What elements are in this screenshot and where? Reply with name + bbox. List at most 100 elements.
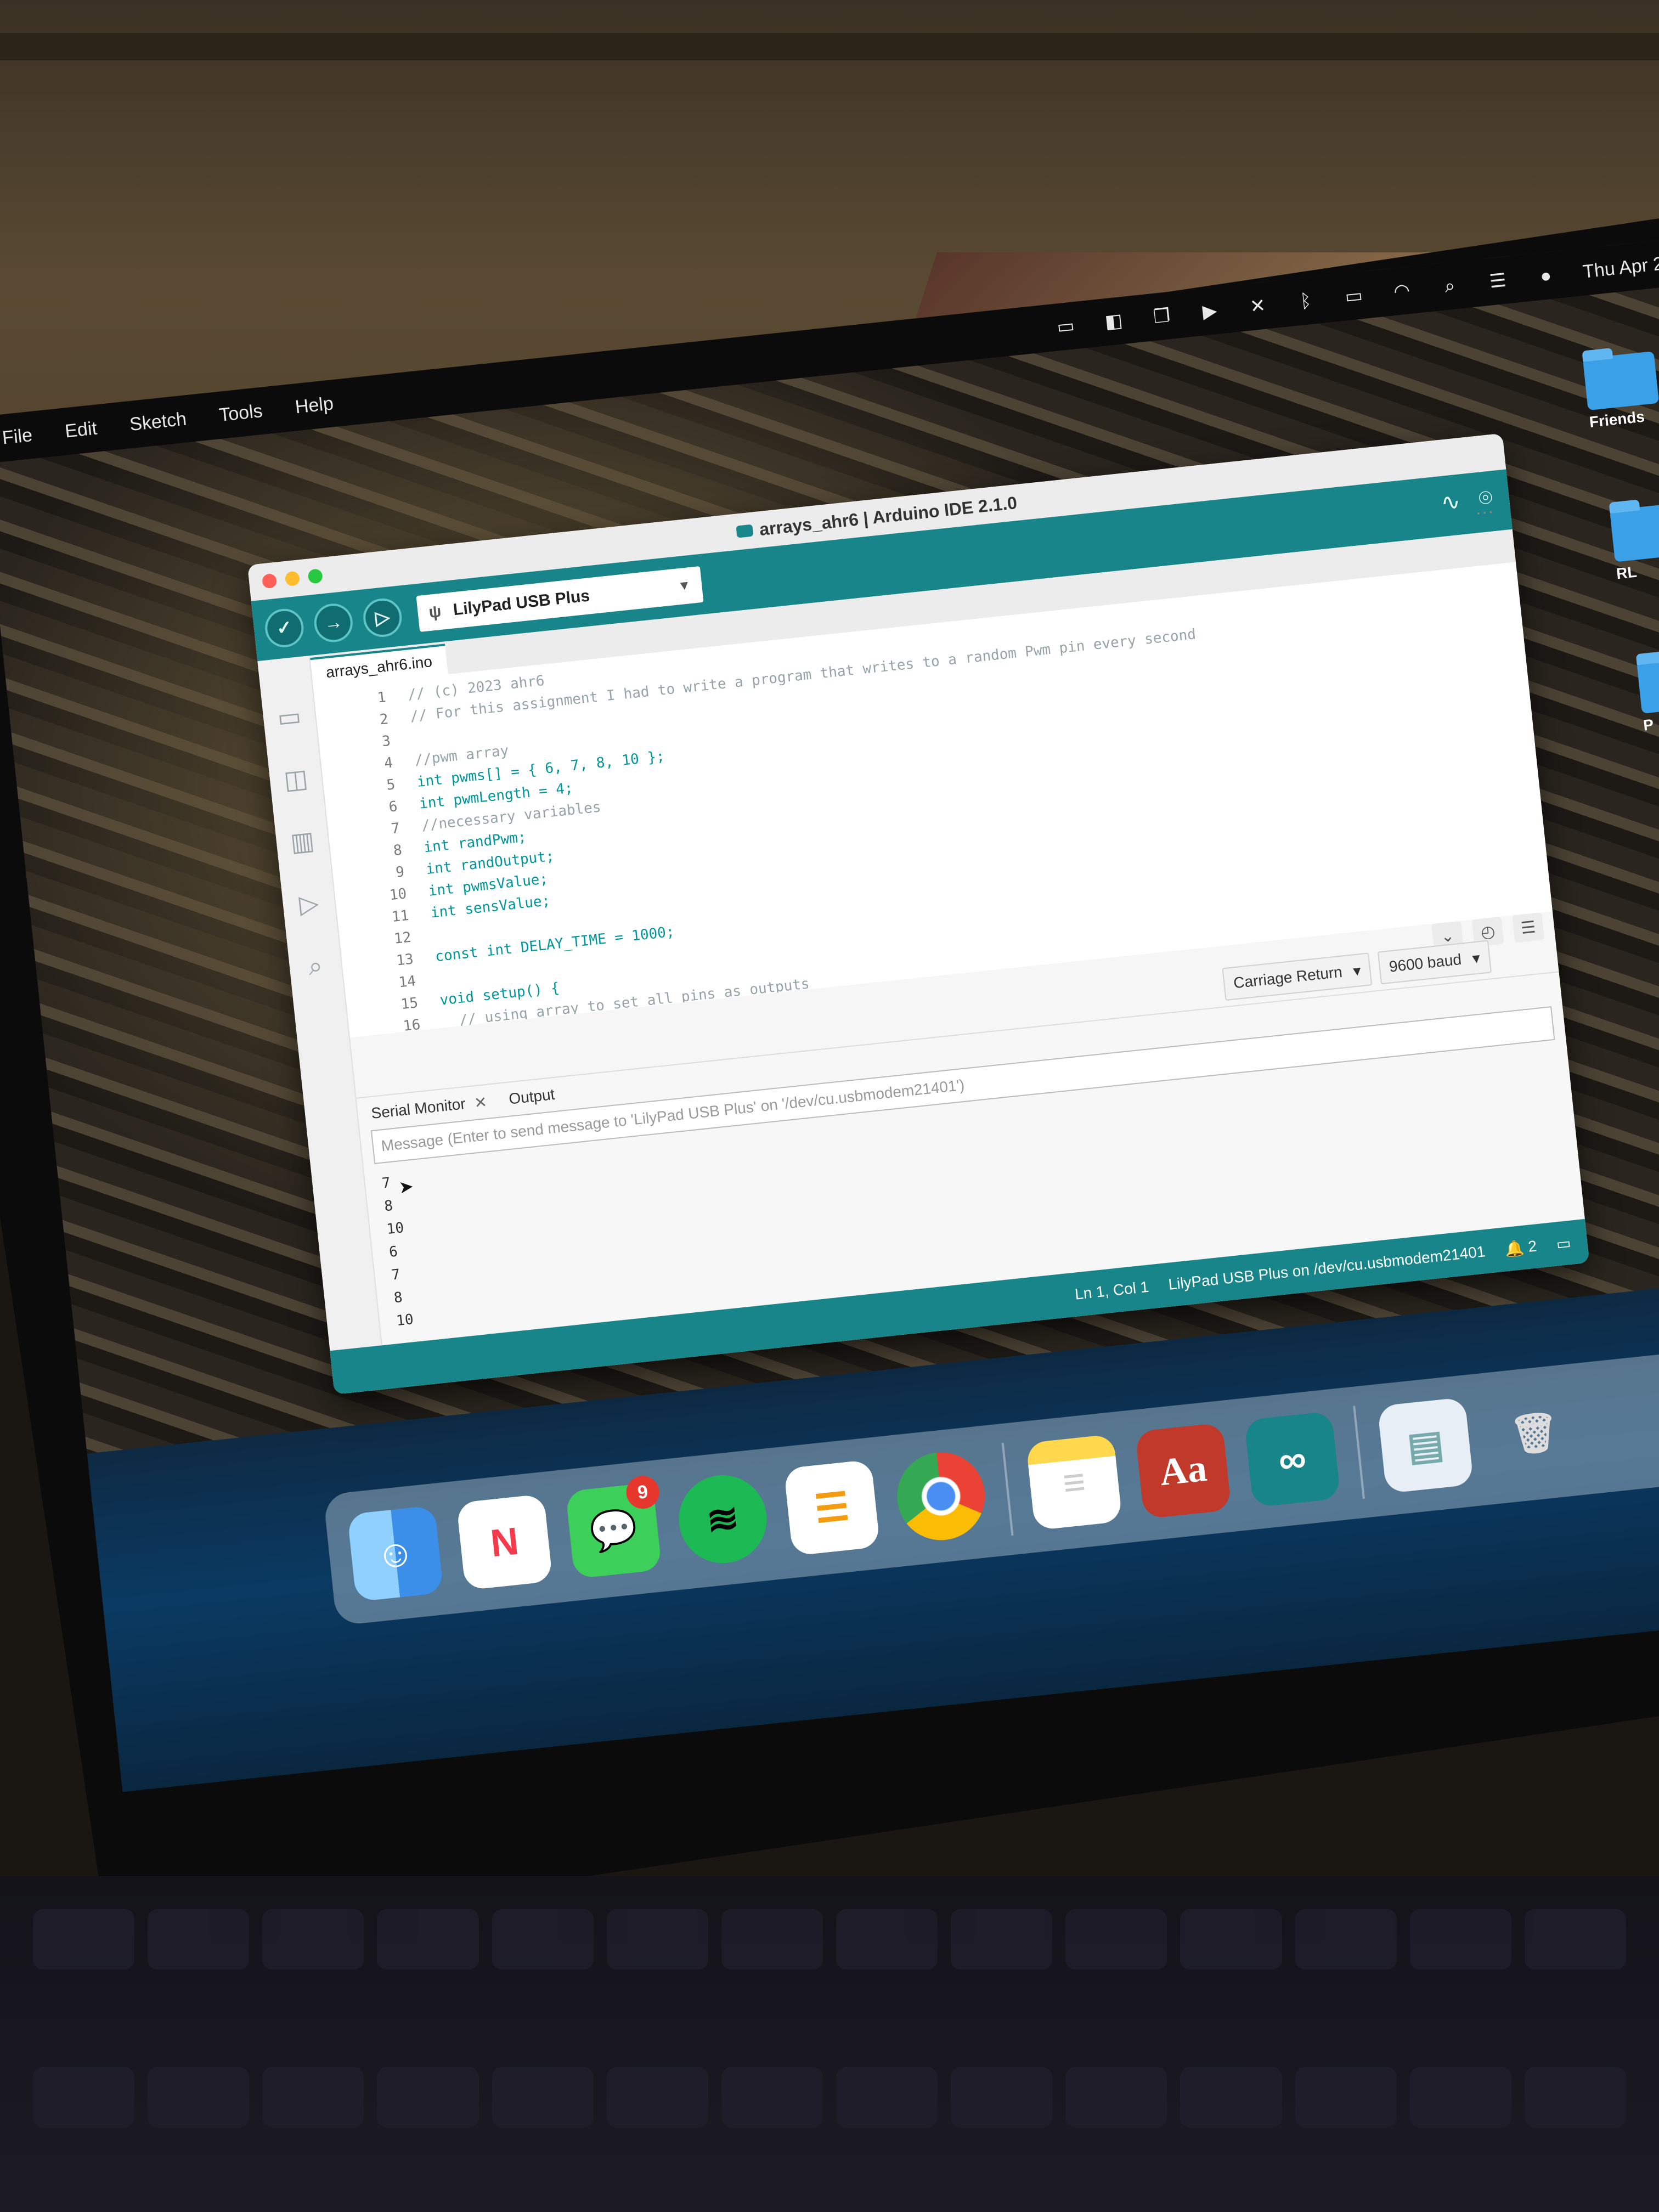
keyboard-key — [1409, 2067, 1511, 2128]
keyboard-key — [1524, 2067, 1626, 2128]
menu-file[interactable]: File — [1, 424, 33, 449]
chevron-down-icon: ▾ — [1352, 961, 1362, 979]
keyboard — [0, 1909, 1659, 2212]
baud-rate-value: 9600 baud — [1388, 950, 1463, 975]
tab-serial-monitor[interactable]: Serial Monitor ✕ — [370, 1092, 488, 1122]
menu-tools[interactable]: Tools — [218, 400, 263, 426]
notes-icon[interactable]: ≡ — [1025, 1434, 1122, 1531]
wifi-icon[interactable]: ◠ — [1390, 279, 1414, 303]
arduino-ide-window: arrays_ahr6 | Arduino IDE 2.1.0 ✓ → ▷ ψ … — [247, 433, 1590, 1395]
keyboard-key — [606, 1909, 708, 1970]
more-icon[interactable]: ··· — [1474, 500, 1495, 523]
keyboard-key — [1180, 1909, 1282, 1970]
minimize-window-button[interactable] — [284, 571, 301, 587]
keyboard-key — [606, 2067, 708, 2128]
serial-monitor-tab-label: Serial Monitor — [370, 1095, 467, 1122]
messages-badge: 9 — [624, 1474, 661, 1511]
close-window-button[interactable] — [261, 573, 278, 589]
menu-sketch[interactable]: Sketch — [128, 408, 187, 436]
folder-icon — [1582, 351, 1659, 411]
play-icon[interactable]: ▶ — [1198, 299, 1222, 323]
siri-icon[interactable]: ● — [1534, 264, 1558, 288]
menubar-clock[interactable]: Thu Apr 27 2:4 — [1582, 249, 1659, 283]
chevron-down-icon: ▼ — [677, 577, 692, 594]
upload-button[interactable]: → — [312, 601, 355, 644]
menu-help[interactable]: Help — [294, 393, 335, 418]
keyboard-key — [262, 1909, 364, 1970]
serial-plotter-icon[interactable]: ∿ — [1440, 488, 1462, 516]
keyboard-key — [1065, 2067, 1167, 2128]
verify-button[interactable]: ✓ — [263, 607, 306, 650]
clock-icon: ◴ — [1480, 922, 1496, 942]
boards-manager-icon[interactable]: ◫ — [283, 763, 309, 795]
search-icon[interactable]: ⌕ — [307, 950, 324, 982]
clear-output-button[interactable]: ☰ — [1512, 912, 1545, 943]
app-menu-icon[interactable]: ◧ — [1102, 309, 1126, 334]
line-ending-value: Carriage Return — [1232, 963, 1344, 992]
folder-label: P — [1642, 715, 1655, 734]
arduino-icon[interactable]: ∞ — [1244, 1411, 1341, 1508]
bluetooth-icon[interactable]: ᛒ — [1294, 289, 1318, 313]
sketchbook-icon[interactable]: ▭ — [276, 701, 303, 733]
code-content[interactable]: // (c) 2023 ahr6// For this assignment I… — [407, 601, 1233, 1037]
library-manager-icon[interactable]: ▥ — [289, 825, 316, 857]
close-icon[interactable]: ✕ — [473, 1092, 488, 1111]
notifications-button[interactable]: 🔔 2 — [1504, 1237, 1538, 1259]
dictionary-icon[interactable]: Aa — [1135, 1422, 1232, 1519]
debug-button[interactable]: ▷ — [361, 596, 404, 639]
keyboard-key — [33, 1909, 135, 1970]
cursor-position[interactable]: Ln 1, Col 1 — [1074, 1278, 1150, 1304]
messages-icon[interactable]: 💬 9 — [565, 1474, 662, 1579]
finder-icon[interactable]: ☺ — [347, 1505, 444, 1602]
keyboard-key — [262, 2067, 364, 2128]
news-icon[interactable]: N — [456, 1494, 553, 1590]
arduino-title-icon — [736, 524, 754, 538]
keyboard-key — [951, 2067, 1053, 2128]
display-icon[interactable]: ▭ — [1054, 314, 1078, 338]
wall-trim — [0, 33, 1659, 60]
control-center-icon[interactable]: ☰ — [1486, 269, 1510, 293]
debug-icon: ▷ — [374, 606, 391, 629]
keyboard-key — [1065, 1909, 1167, 1970]
keyboard-key — [721, 1909, 823, 1970]
keyboard-key — [1409, 1909, 1511, 1970]
toggle-panel-icon[interactable]: ▭ — [1555, 1233, 1572, 1253]
usb-icon: ψ — [428, 602, 442, 622]
trash-icon[interactable]: 🗑 — [1486, 1386, 1583, 1482]
dictionary-label: Aa — [1158, 1447, 1209, 1494]
keyboard-key — [377, 1909, 479, 1970]
windows-icon[interactable]: ❐ — [1150, 304, 1174, 328]
mouse-pointer-icon: ➤ — [398, 1176, 415, 1198]
arrow-right-icon: → — [323, 611, 344, 634]
dock-separator — [1001, 1442, 1014, 1536]
keyboard-key — [148, 2067, 250, 2128]
battery-icon[interactable]: ▭ — [1342, 284, 1366, 308]
keyboard-key — [377, 2067, 479, 2128]
zoom-window-button[interactable] — [307, 568, 324, 584]
search-icon[interactable]: ⌕ — [1438, 274, 1462, 298]
chrome-icon[interactable] — [893, 1448, 990, 1545]
tab-output[interactable]: Output — [508, 1086, 556, 1108]
board-name: LilyPad USB Plus — [452, 586, 591, 619]
keyboard-key — [1295, 2067, 1397, 2128]
keyboard-key — [721, 2067, 823, 2128]
keyboard-key — [951, 1909, 1053, 1970]
bell-icon: 🔔 — [1504, 1239, 1525, 1258]
desktop-folder[interactable]: Friends — [1582, 351, 1659, 431]
keyboard-key — [1295, 1909, 1397, 1970]
baud-rate-select[interactable]: 9600 baud ▾ — [1378, 940, 1492, 985]
mute-icon[interactable]: ✕ — [1246, 294, 1270, 318]
notification-count: 2 — [1527, 1237, 1538, 1255]
folder-label: RL — [1615, 563, 1638, 583]
menu-edit[interactable]: Edit — [64, 417, 98, 442]
check-icon: ✓ — [275, 617, 294, 640]
spotify-icon[interactable]: ≋ — [674, 1471, 771, 1568]
chevron-down-icon: ▾ — [1471, 949, 1481, 967]
clear-icon: ☰ — [1520, 917, 1537, 938]
documents-stack-icon[interactable]: ▤ — [1377, 1397, 1474, 1494]
reminders-icon[interactable]: ☰ — [783, 1459, 881, 1556]
keyboard-key — [33, 2067, 135, 2128]
debug-panel-icon[interactable]: ▷ — [298, 888, 320, 919]
desktop-folder[interactable]: RL — [1610, 503, 1659, 582]
dock-separator — [1353, 1406, 1365, 1499]
